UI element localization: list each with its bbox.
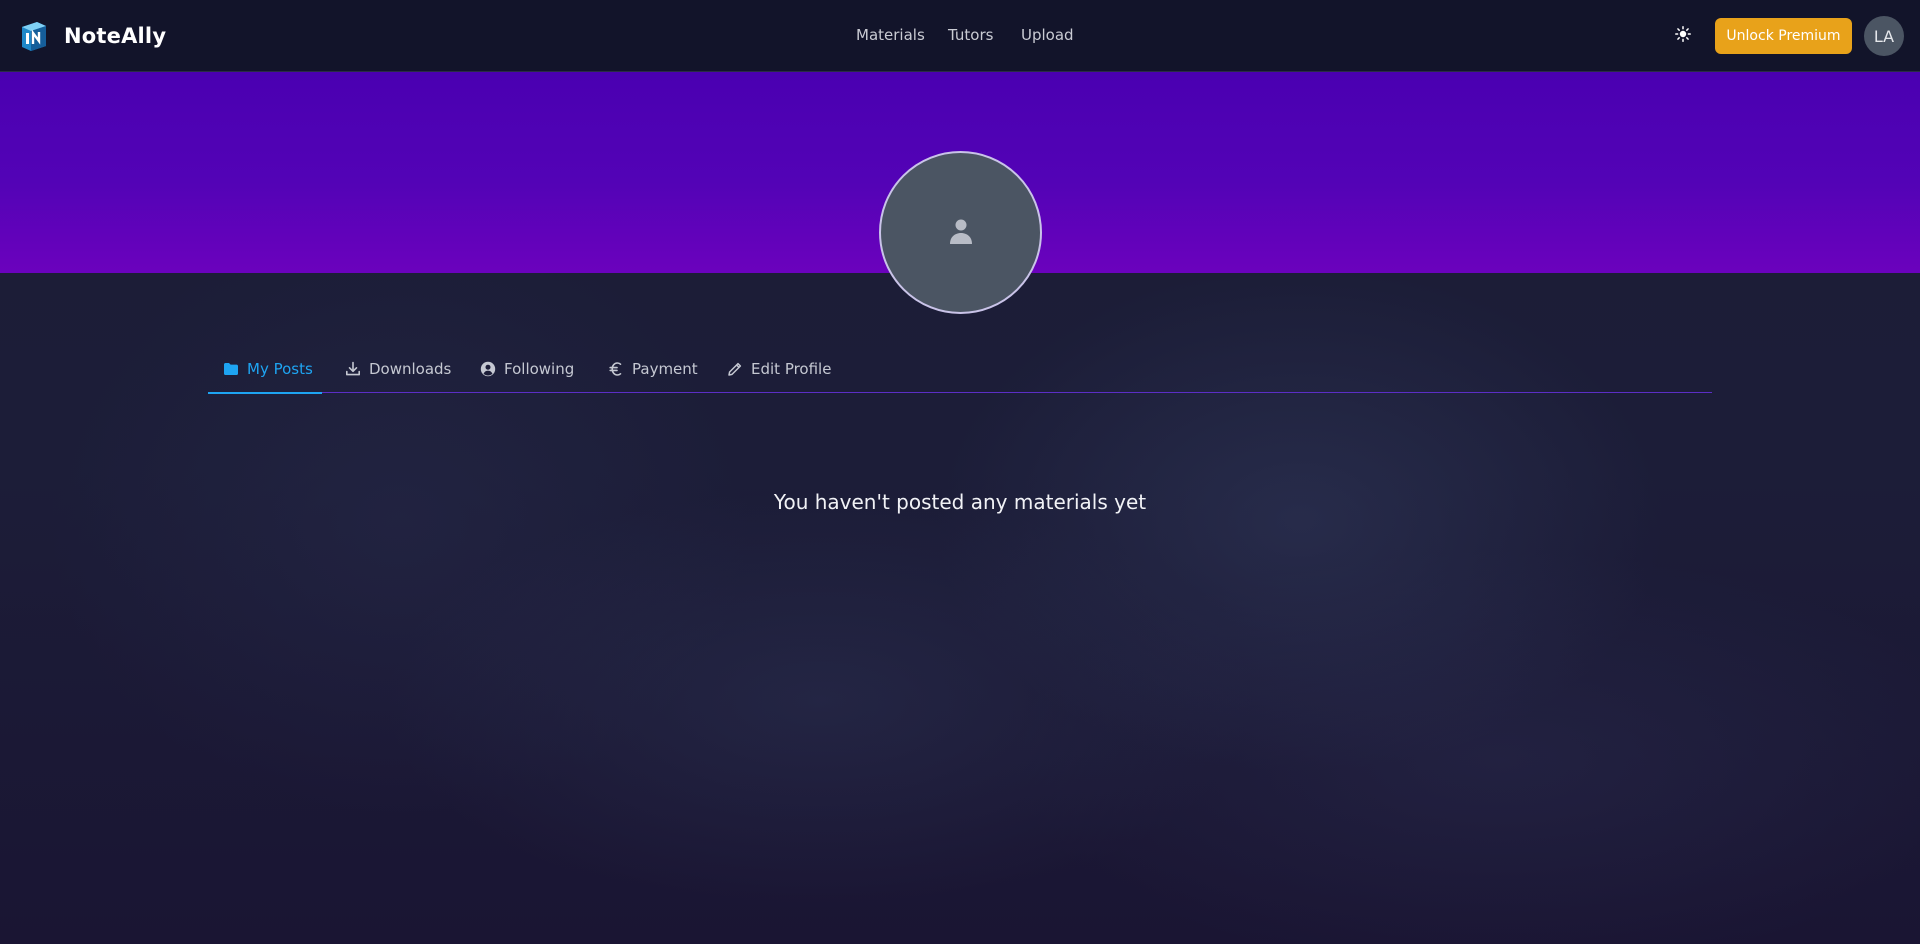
nav-materials[interactable]: Materials	[856, 26, 925, 44]
tab-my-posts[interactable]: My Posts	[208, 345, 322, 394]
tab-label: Following	[504, 360, 575, 378]
brand-name: NoteAlly	[64, 24, 167, 48]
nav-tutors[interactable]: Tutors	[948, 26, 993, 44]
profile-photo[interactable]	[879, 151, 1042, 314]
tab-payment[interactable]: Payment	[608, 345, 698, 393]
tab-edit-profile[interactable]: Edit Profile	[727, 345, 831, 393]
tab-label: Edit Profile	[751, 360, 832, 378]
user-avatar[interactable]: LA	[1864, 16, 1904, 56]
tab-label: Payment	[632, 360, 698, 378]
top-navbar: NoteAlly Materials Tutors Upload Unlock …	[0, 0, 1920, 72]
tab-label: My Posts	[247, 360, 313, 378]
user-silhouette-icon	[948, 217, 974, 249]
empty-posts-message: You haven't posted any materials yet	[773, 490, 1147, 514]
unlock-premium-button[interactable]: Unlock Premium	[1715, 18, 1852, 54]
nav-upload[interactable]: Upload	[1021, 26, 1074, 44]
download-icon	[345, 361, 361, 377]
folder-icon	[223, 361, 239, 377]
tab-downloads[interactable]: Downloads	[345, 345, 451, 393]
tab-following[interactable]: Following	[480, 345, 574, 393]
theme-toggle-button[interactable]	[1672, 25, 1694, 47]
sun-icon	[1675, 26, 1691, 46]
pencil-icon	[727, 361, 743, 377]
brand[interactable]: NoteAlly	[19, 19, 166, 53]
tab-label: Downloads	[369, 360, 452, 378]
profile-tabs: My Posts Downloads Following Payment Edi…	[208, 345, 1712, 394]
euro-icon	[608, 361, 624, 377]
profile-page: NoteAlly Materials Tutors Upload Unlock …	[0, 0, 1920, 944]
user-circle-icon	[480, 361, 496, 377]
notealy-logo-icon	[19, 19, 49, 53]
